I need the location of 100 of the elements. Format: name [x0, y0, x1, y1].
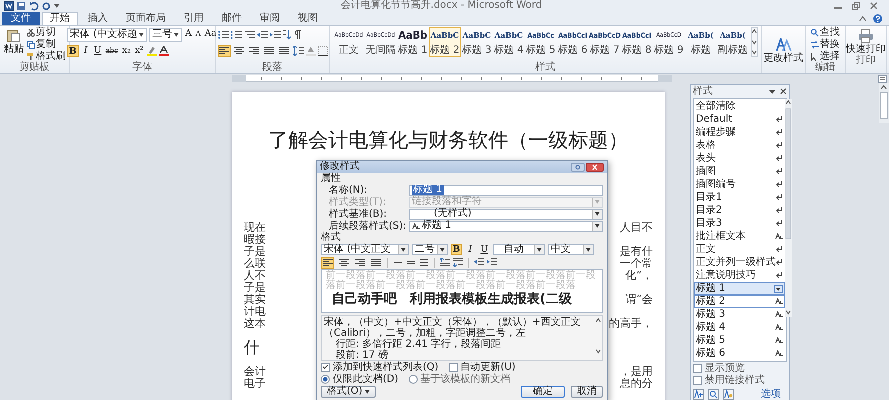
- ok-button[interactable]: 确定: [521, 386, 565, 398]
- style-list-item[interactable]: 正文: [694, 243, 785, 256]
- sort-icon[interactable]: [282, 30, 292, 40]
- format-button[interactable]: I: [80, 44, 91, 56]
- space-before-icon[interactable]: [440, 258, 450, 267]
- font-dropdown[interactable]: 宋体 (中文正文: [321, 244, 409, 255]
- style-list-item[interactable]: 标题 4: [694, 321, 785, 334]
- decrease-indent-icon[interactable]: [256, 30, 268, 40]
- close-icon[interactable]: [586, 162, 604, 172]
- font-size-field[interactable]: 三号: [149, 28, 182, 42]
- line-spacing-icon[interactable]: [292, 46, 304, 56]
- format-button[interactable]: x²: [134, 44, 145, 56]
- change-styles-button[interactable]: 更改样式: [764, 36, 804, 64]
- style-inspector-icon[interactable]: [708, 389, 719, 400]
- style-button[interactable]: I: [465, 244, 476, 255]
- style-list-item[interactable]: 标题 5: [694, 334, 785, 347]
- format-button[interactable]: x₂: [121, 44, 132, 56]
- style-list-item[interactable]: 目录2: [694, 204, 785, 217]
- help-icon[interactable]: [873, 14, 883, 24]
- align-button[interactable]: [218, 44, 230, 56]
- font-size-button[interactable]: Aa: [204, 29, 218, 40]
- manage-styles-icon[interactable]: [723, 389, 734, 400]
- ribbon-tab[interactable]: 审阅: [252, 12, 288, 25]
- style-list-item[interactable]: 表头: [694, 152, 785, 165]
- checkbox[interactable]: [448, 362, 458, 372]
- ribbon-tab[interactable]: 引用: [176, 12, 212, 25]
- one-half-spacing-icon[interactable]: [406, 258, 416, 266]
- document-icon[interactable]: [4, 1, 14, 11]
- style-list-item[interactable]: 正文并列一级样式: [694, 256, 785, 269]
- style-list-item[interactable]: 标题 6: [694, 347, 785, 360]
- editing-button[interactable]: 查找: [811, 27, 840, 38]
- dropdown-arrow-icon[interactable]: [774, 284, 783, 292]
- align-button[interactable]: [248, 44, 260, 56]
- quick-print-button[interactable]: 快速打印: [846, 27, 886, 55]
- restore-icon[interactable]: [851, 2, 861, 10]
- decrease-indent-icon[interactable]: [474, 258, 484, 267]
- checkbox[interactable]: [693, 364, 702, 373]
- font-name-field[interactable]: 宋体 (中文标题: [67, 28, 148, 42]
- style-list-item[interactable]: 批注框文本: [694, 230, 785, 243]
- align-button[interactable]: [232, 44, 246, 56]
- style-list-item[interactable]: 标题 3: [694, 308, 785, 321]
- ribbon-tab[interactable]: 开始: [42, 12, 78, 25]
- increase-indent-icon[interactable]: [487, 258, 497, 267]
- style-list-item[interactable]: 表格: [694, 139, 785, 152]
- style-list-item[interactable]: 标题 1: [694, 282, 785, 295]
- paragraph-mark-icon[interactable]: [294, 30, 302, 40]
- dropdown-arrow-icon[interactable]: [174, 32, 180, 36]
- dropdown-arrow-icon[interactable]: [440, 248, 445, 252]
- dropdown-field[interactable]: 标题 1: [409, 220, 603, 232]
- align-button[interactable]: [278, 44, 290, 56]
- style-list-item[interactable]: 标题 2: [694, 295, 785, 308]
- dropdown-arrow-icon[interactable]: [595, 212, 600, 216]
- cancel-button[interactable]: 取消: [571, 386, 603, 398]
- options-link[interactable]: 选项: [761, 389, 781, 400]
- ribbon-tab[interactable]: 文件: [2, 12, 40, 25]
- align-button[interactable]: [353, 256, 366, 268]
- paste-button[interactable]: 粘贴: [3, 27, 25, 55]
- dropdown-arrow-icon[interactable]: [586, 248, 591, 252]
- color-dropdown[interactable]: 自动: [493, 244, 545, 255]
- style-button[interactable]: B: [451, 244, 462, 255]
- ribbon-tab[interactable]: 页面布局: [118, 12, 174, 25]
- gallery-scroll-icon[interactable]: [751, 27, 758, 57]
- format-menu-button[interactable]: 格式(O): [321, 386, 376, 398]
- close-icon[interactable]: [780, 88, 787, 95]
- style-list-item[interactable]: 全部清除: [694, 100, 785, 113]
- ribbon-tab[interactable]: 邮件: [214, 12, 250, 25]
- style-list-item[interactable]: 插图: [694, 165, 785, 178]
- format-button[interactable]: B: [67, 44, 79, 56]
- dropdown-arrow-icon[interactable]: [537, 248, 542, 252]
- style-gallery-item[interactable]: AaBb 标题 1: [397, 27, 429, 57]
- collapse-ribbon-icon[interactable]: [859, 16, 867, 22]
- style-list-item[interactable]: Default: [694, 113, 785, 126]
- script-dropdown[interactable]: 中文: [548, 244, 594, 255]
- name-input-field[interactable]: 标题 1: [409, 184, 603, 196]
- close-icon[interactable]: [869, 2, 879, 10]
- style-list-item[interactable]: 编程步骤: [694, 126, 785, 139]
- align-button[interactable]: [321, 256, 334, 268]
- clipboard-button[interactable]: 剪切: [27, 27, 66, 38]
- checkbox[interactable]: [693, 376, 702, 385]
- checkbox[interactable]: [321, 362, 330, 372]
- style-button[interactable]: U: [479, 244, 490, 255]
- align-button[interactable]: [337, 256, 350, 268]
- format-button[interactable]: U: [92, 44, 103, 56]
- style-list-item[interactable]: 目录1: [694, 191, 785, 204]
- new-style-icon[interactable]: [693, 389, 704, 400]
- double-spacing-icon[interactable]: [419, 258, 429, 266]
- editing-button[interactable]: 替换: [811, 39, 840, 50]
- font-size-button[interactable]: A: [184, 29, 193, 40]
- align-button[interactable]: [369, 256, 382, 268]
- clipboard-button[interactable]: 复制: [27, 39, 66, 50]
- radio-button[interactable]: [321, 374, 330, 384]
- style-list-item[interactable]: 注意说明技巧: [694, 269, 785, 282]
- multilevel-list-icon[interactable]: [244, 30, 254, 40]
- bullet-list-icon[interactable]: [218, 30, 228, 40]
- dropdown-arrow-icon[interactable]: [595, 224, 600, 228]
- ribbon-tab[interactable]: 插入: [80, 12, 116, 25]
- clipboard-button[interactable]: 格式刷: [27, 51, 66, 62]
- size-dropdown[interactable]: 二号: [412, 244, 448, 255]
- save-icon[interactable]: [17, 2, 26, 10]
- undo-icon[interactable]: [29, 2, 39, 10]
